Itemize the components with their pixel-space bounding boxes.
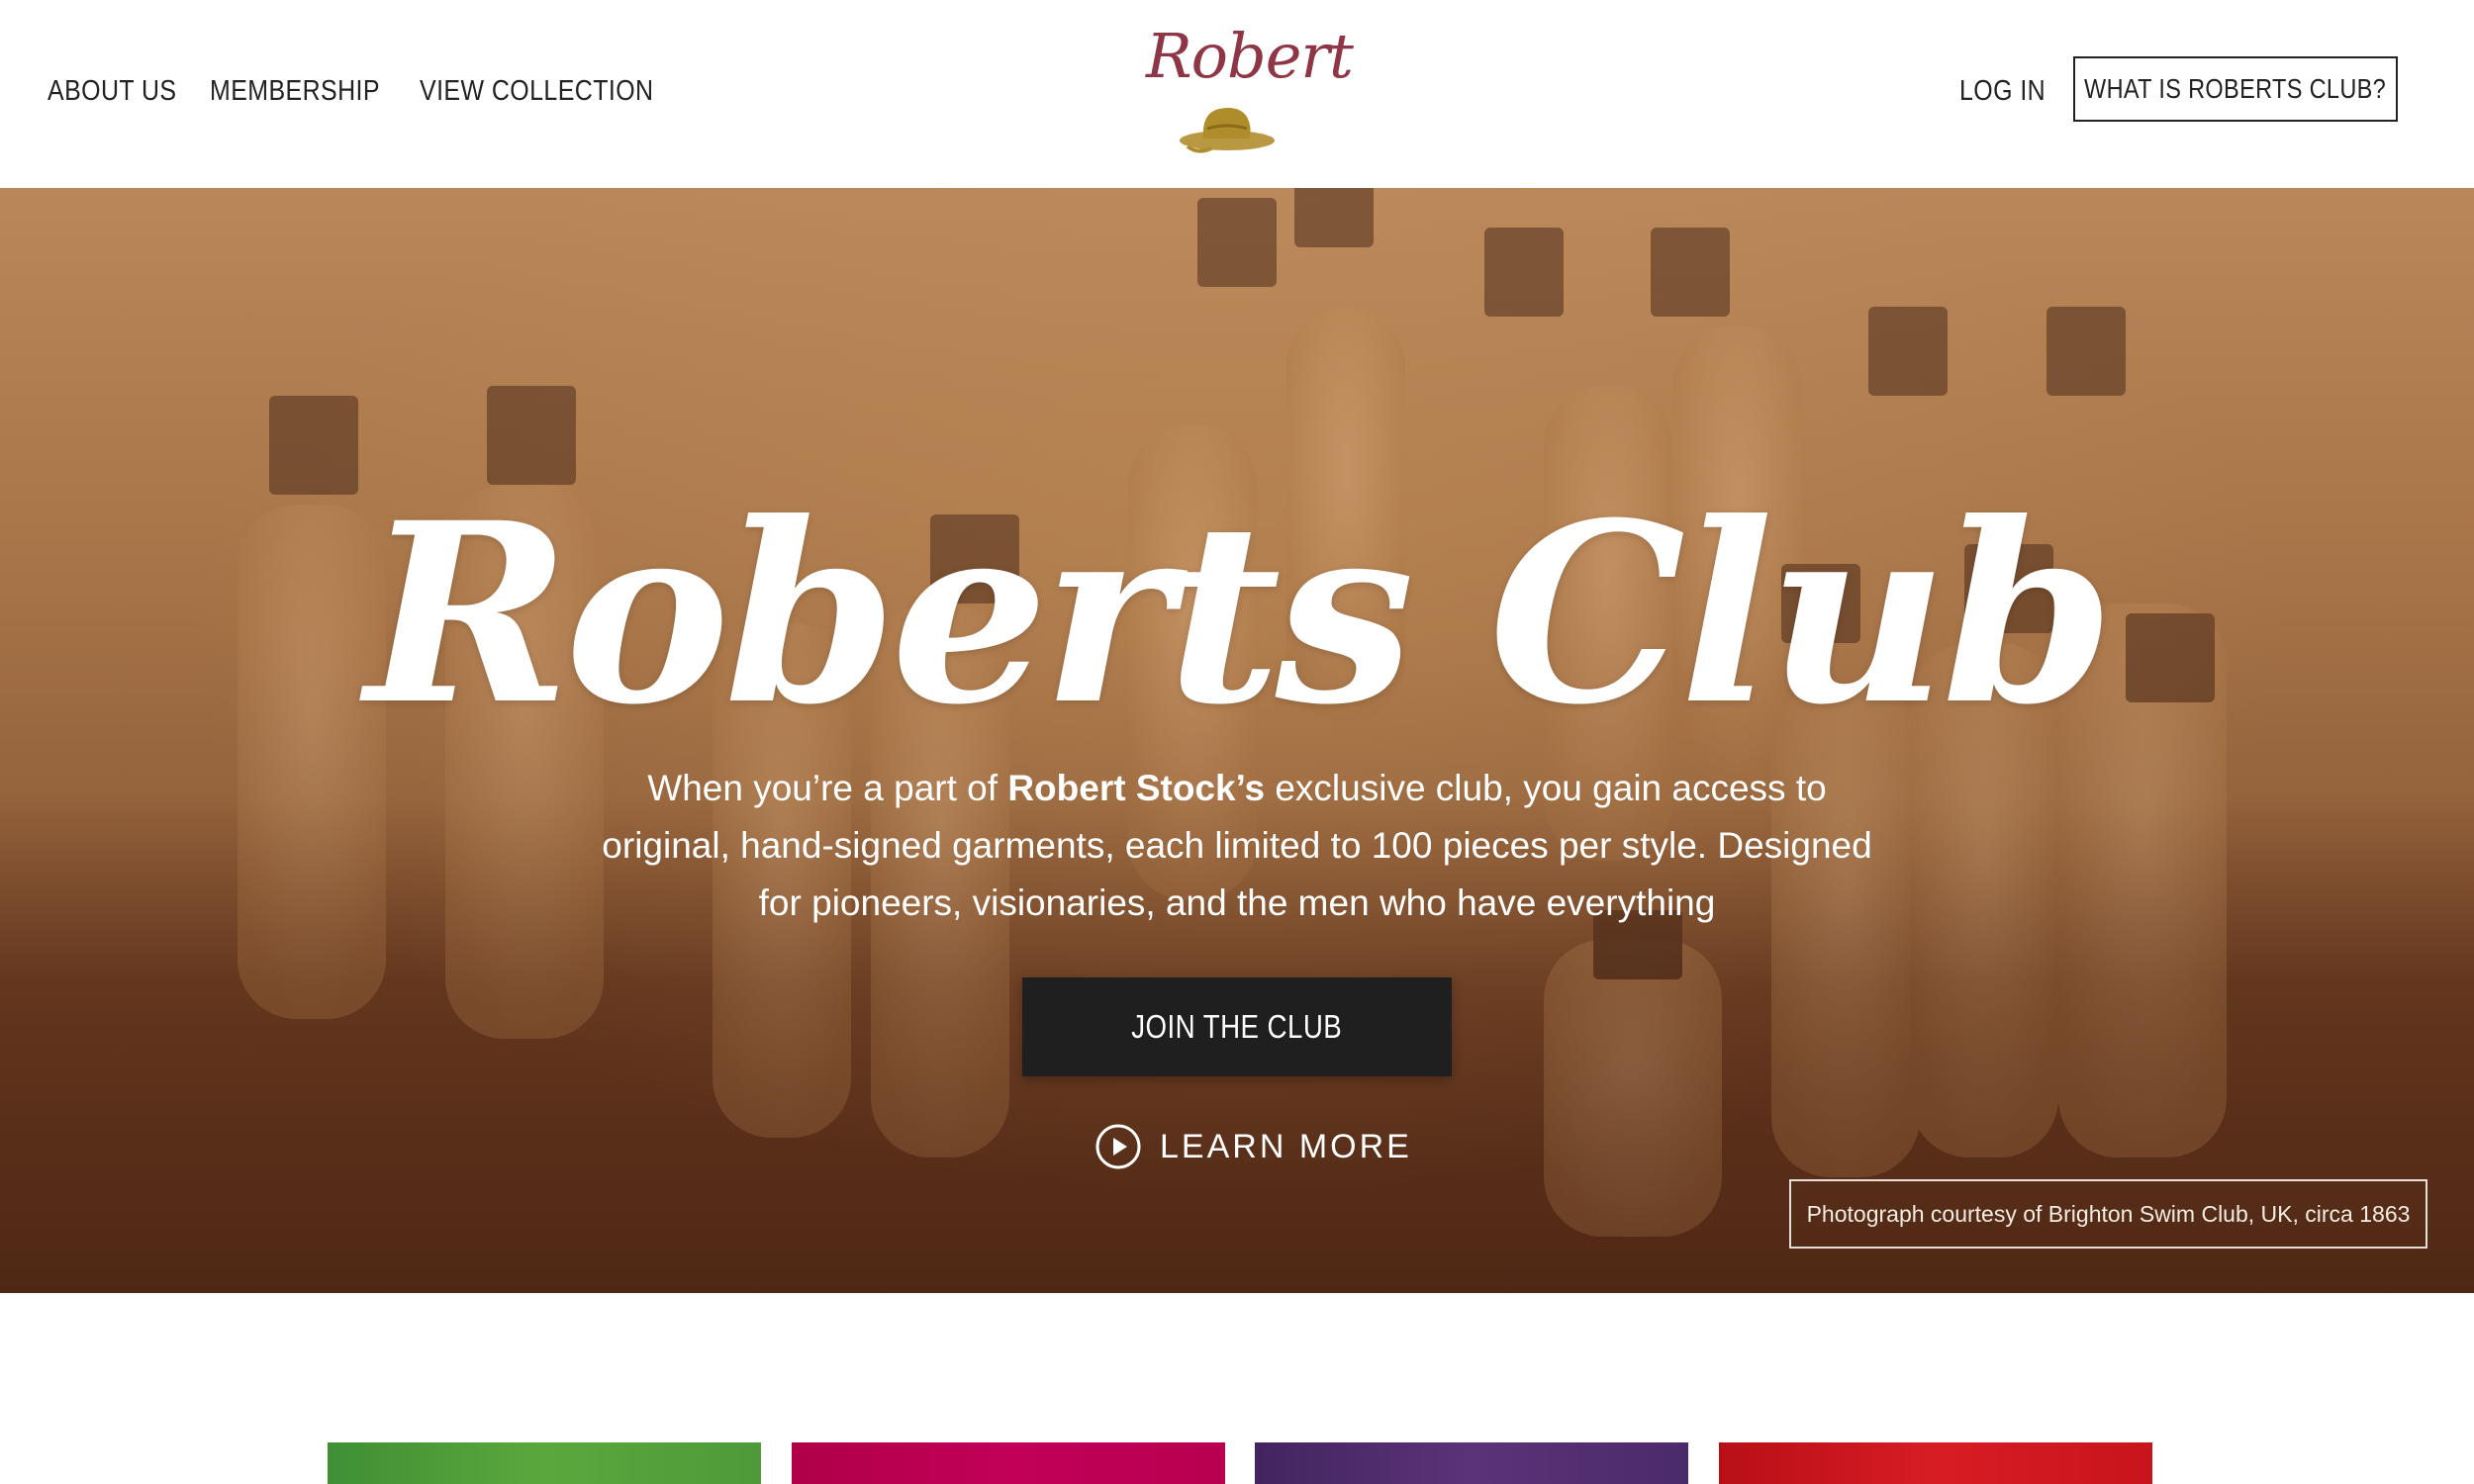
collection-tile[interactable] bbox=[328, 1442, 761, 1484]
site-logo[interactable]: Robert bbox=[1138, 20, 1354, 168]
join-the-club-label: JOIN THE CLUB bbox=[1131, 1008, 1343, 1045]
learn-more-link[interactable]: LEARN MORE bbox=[1094, 1121, 1412, 1172]
photo-credit-text: Photograph courtesy of Brighton Swim Clu… bbox=[1806, 1200, 2411, 1227]
nav-view-collection[interactable]: VIEW COLLECTION bbox=[420, 75, 654, 108]
logo-wordmark: Robert bbox=[1146, 20, 1354, 92]
hero-title: Roberts Club bbox=[365, 468, 2115, 759]
nav-about-us[interactable]: ABOUT US bbox=[48, 75, 176, 108]
hero-text-part: When you’re a part of bbox=[647, 768, 1008, 808]
learn-more-label: LEARN MORE bbox=[1160, 1127, 1412, 1165]
hero-description: When you’re a part of Robert Stock’s exc… bbox=[594, 760, 1880, 932]
collection-tile[interactable] bbox=[1255, 1442, 1688, 1484]
login-link[interactable]: LOG IN bbox=[1959, 75, 2046, 108]
hero-text-bold: Robert Stock’s bbox=[1007, 768, 1266, 808]
what-is-roberts-club-button[interactable]: WHAT IS ROBERTS CLUB? bbox=[2073, 56, 2398, 122]
main-nav: ABOUT US MEMBERSHIP VIEW COLLECTION bbox=[48, 75, 672, 108]
what-is-roberts-club-label: WHAT IS ROBERTS CLUB? bbox=[2084, 73, 2387, 104]
site-header: ABOUT US MEMBERSHIP VIEW COLLECTION Robe… bbox=[0, 0, 2474, 188]
collection-tile[interactable] bbox=[1719, 1442, 2152, 1484]
hat-icon bbox=[1180, 108, 1275, 153]
photo-credit: Photograph courtesy of Brighton Swim Clu… bbox=[1789, 1179, 2427, 1249]
collection-tile[interactable] bbox=[792, 1442, 1225, 1484]
join-the-club-button[interactable]: JOIN THE CLUB bbox=[1022, 977, 1452, 1076]
collection-tiles bbox=[0, 1293, 2474, 1484]
nav-membership[interactable]: MEMBERSHIP bbox=[210, 75, 380, 108]
play-circle-icon bbox=[1095, 1124, 1141, 1169]
hero-section: Roberts Club When you’re a part of Rober… bbox=[0, 188, 2474, 1293]
